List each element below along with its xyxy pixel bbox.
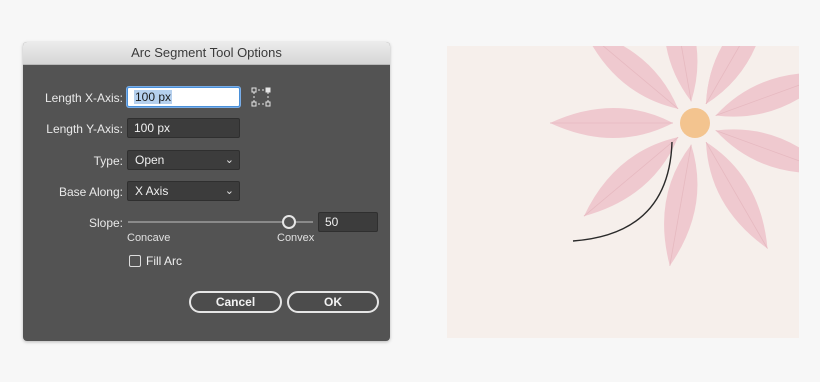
length-y-input[interactable]: 100 px: [127, 118, 240, 138]
cancel-button[interactable]: Cancel: [189, 291, 282, 313]
type-select[interactable]: Open ⌄: [127, 150, 240, 170]
base-along-label: Base Along:: [58, 185, 123, 199]
fill-arc-label: Fill Arc: [146, 254, 182, 268]
arc-segment-tool-options-dialog: Arc Segment Tool Options Length X-Axis: …: [23, 42, 390, 341]
slope-label: Slope:: [88, 216, 123, 230]
base-along-select-value: X Axis: [135, 184, 169, 198]
length-x-value: 100 px: [134, 90, 173, 104]
length-x-input[interactable]: 100 px: [127, 87, 240, 107]
flower-petals: [550, 46, 799, 266]
type-select-value: Open: [135, 153, 165, 167]
dialog-title: Arc Segment Tool Options: [23, 42, 390, 65]
chevron-down-icon: ⌄: [224, 154, 234, 166]
slope-convex-label: Convex: [277, 232, 315, 244]
artboard-canvas[interactable]: [447, 46, 799, 338]
slope-slider[interactable]: [128, 214, 313, 230]
type-label: Type:: [93, 154, 123, 168]
flower-artwork: [550, 46, 799, 266]
slope-slider-thumb[interactable]: [282, 215, 296, 229]
flower-petal-vein: [583, 136, 679, 217]
base-along-select[interactable]: X Axis ⌄: [127, 181, 240, 201]
flower-center: [680, 108, 710, 138]
length-y-label: Length Y-Axis:: [46, 122, 123, 136]
slope-concave-label: Concave: [127, 232, 171, 244]
chevron-down-icon: ⌄: [224, 185, 234, 197]
slope-value-input[interactable]: 50: [318, 212, 378, 232]
fill-arc-checkbox[interactable]: [129, 255, 141, 267]
reference-point-icon[interactable]: [251, 87, 271, 107]
ok-button[interactable]: OK: [287, 291, 379, 313]
length-x-label: Length X-Axis:: [44, 91, 123, 105]
